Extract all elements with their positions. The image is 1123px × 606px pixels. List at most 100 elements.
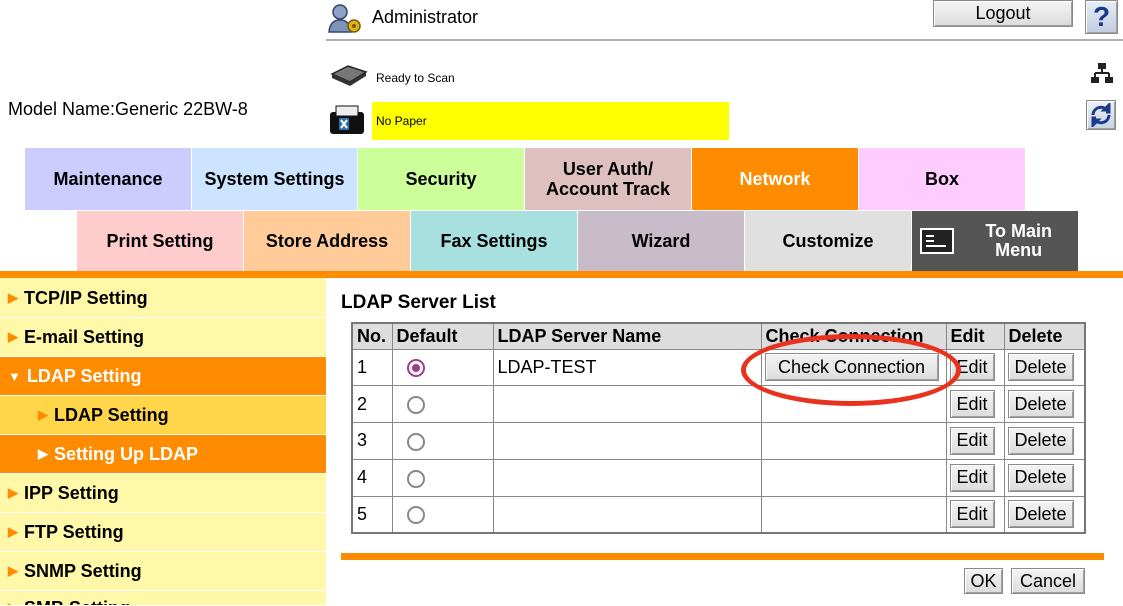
delete-button[interactable]: Delete <box>1007 463 1074 492</box>
sidebar-subitem-ldap-setting[interactable]: ▶ LDAP Setting <box>0 396 326 435</box>
arrow-right-icon: ▶ <box>38 446 48 461</box>
edit-button[interactable]: Edit <box>949 353 995 382</box>
subtab-fax-settings[interactable]: Fax Settings <box>411 211 578 271</box>
row-no: 3 <box>351 422 393 460</box>
sidebar-item-ftp[interactable]: ▶ FTP Setting <box>0 513 326 552</box>
default-radio[interactable] <box>406 395 425 414</box>
col-no: No. <box>351 322 393 350</box>
default-radio-cell <box>391 458 494 497</box>
check-cell <box>760 422 947 460</box>
tab-system-settings[interactable]: System Settings <box>192 148 358 210</box>
check-cell <box>760 385 947 424</box>
admin-icon <box>326 2 364 34</box>
logout-button[interactable]: Logout <box>933 0 1073 27</box>
arrow-right-icon: ▶ <box>8 563 18 578</box>
admin-label: Administrator <box>372 7 479 27</box>
table-row: 2 Edit Delete <box>351 385 1086 424</box>
sidebar-subitem-setting-up-ldap[interactable]: ▶ Setting Up LDAP <box>0 435 326 474</box>
edit-cell: Edit <box>945 385 1005 424</box>
scanner-icon <box>328 60 368 88</box>
subtab-store-address[interactable]: Store Address <box>244 211 411 271</box>
sidebar-item-snmp[interactable]: ▶ SNMP Setting <box>0 552 326 591</box>
delete-button[interactable]: Delete <box>1007 353 1074 382</box>
row-no: 4 <box>351 458 393 497</box>
default-radio-cell <box>391 385 494 424</box>
col-server-name: LDAP Server Name <box>492 322 762 350</box>
check-cell <box>760 495 947 534</box>
delete-cell: Delete <box>1003 422 1086 460</box>
col-edit: Edit <box>945 322 1005 350</box>
help-button[interactable]: ? <box>1085 0 1118 34</box>
edit-cell: Edit <box>945 422 1005 460</box>
paper-status-text: No Paper <box>376 114 427 128</box>
arrow-right-icon: ▶ <box>8 524 18 539</box>
edit-button[interactable]: Edit <box>949 390 995 419</box>
tab-network[interactable]: Network <box>692 148 859 210</box>
help-icon: ? <box>1092 1 1111 32</box>
col-check-connection: Check Connection <box>760 322 947 350</box>
tab-user-auth[interactable]: User Auth/ Account Track <box>525 148 692 210</box>
col-delete: Delete <box>1003 322 1086 350</box>
server-name <box>492 458 762 497</box>
check-connection-button[interactable]: Check Connection <box>764 353 939 382</box>
table-row: 4 Edit Delete <box>351 458 1086 497</box>
default-radio-cell <box>391 348 494 387</box>
nav-divider <box>0 271 1123 278</box>
network-icon[interactable] <box>1090 62 1114 86</box>
sidebar-item-ipp[interactable]: ▶ IPP Setting <box>0 474 326 513</box>
col-default: Default <box>391 322 494 350</box>
default-radio-selected[interactable] <box>406 359 425 378</box>
cancel-button[interactable]: Cancel <box>1011 568 1085 594</box>
edit-button[interactable]: Edit <box>949 463 995 492</box>
main-menu-icon <box>920 228 954 254</box>
default-radio[interactable] <box>406 506 425 525</box>
delete-cell: Delete <box>1003 458 1086 497</box>
edit-cell: Edit <box>945 458 1005 497</box>
table-header-row: No. Default LDAP Server Name Check Conne… <box>351 322 1086 350</box>
default-radio-cell <box>391 422 494 460</box>
subtab-print-setting[interactable]: Print Setting <box>77 211 244 271</box>
table-row: 5 Edit Delete <box>351 495 1086 534</box>
tab-maintenance[interactable]: Maintenance <box>25 148 192 210</box>
tab-box[interactable]: Box <box>859 148 1026 210</box>
delete-button[interactable]: Delete <box>1007 390 1074 419</box>
refresh-icon <box>1091 103 1111 127</box>
sidebar-item-ldap[interactable]: ▼ LDAP Setting <box>0 357 326 396</box>
ldap-server-table: No. Default LDAP Server Name Check Conne… <box>351 322 1086 534</box>
arrow-right-icon: ▶ <box>8 290 18 305</box>
arrow-right-icon: ▶ <box>8 329 18 344</box>
tab-security[interactable]: Security <box>358 148 525 210</box>
default-radio[interactable] <box>406 469 425 488</box>
header-divider <box>326 39 1123 41</box>
arrow-right-icon: ▶ <box>38 407 48 422</box>
refresh-button[interactable] <box>1086 100 1116 130</box>
edit-button[interactable]: Edit <box>949 426 995 455</box>
delete-button[interactable]: Delete <box>1007 500 1074 529</box>
row-no: 1 <box>351 348 393 387</box>
check-cell: Check Connection <box>760 348 947 387</box>
delete-cell: Delete <box>1003 385 1086 424</box>
default-radio[interactable] <box>406 432 425 451</box>
table-row: 3 Edit Delete <box>351 422 1086 460</box>
ok-button[interactable]: OK <box>964 568 1003 594</box>
content-footer-divider <box>341 553 1104 560</box>
sidebar-item-email[interactable]: ▶ E-mail Setting <box>0 318 326 357</box>
row-no: 2 <box>351 385 393 424</box>
row-no: 5 <box>351 495 393 534</box>
page-title: LDAP Server List <box>341 292 496 313</box>
delete-button[interactable]: Delete <box>1007 426 1074 455</box>
sidebar-item-smb[interactable]: ▶SMB Setting <box>0 591 326 606</box>
check-cell <box>760 458 947 497</box>
subtab-customize[interactable]: Customize <box>745 211 912 271</box>
paper-status-bar: No Paper <box>372 102 729 140</box>
edit-cell: Edit <box>945 495 1005 534</box>
subtab-wizard[interactable]: Wizard <box>578 211 745 271</box>
arrow-down-icon: ▼ <box>8 368 21 384</box>
sidebar-item-tcpip[interactable]: ▶ TCP/IP Setting <box>0 279 326 318</box>
delete-cell: Delete <box>1003 495 1086 534</box>
printer-error-icon <box>327 102 369 138</box>
arrow-right-icon: ▶ <box>8 591 18 605</box>
edit-button[interactable]: Edit <box>949 500 995 529</box>
arrow-right-icon: ▶ <box>8 485 18 500</box>
subtab-to-main-menu[interactable]: To Main Menu <box>912 211 1079 271</box>
